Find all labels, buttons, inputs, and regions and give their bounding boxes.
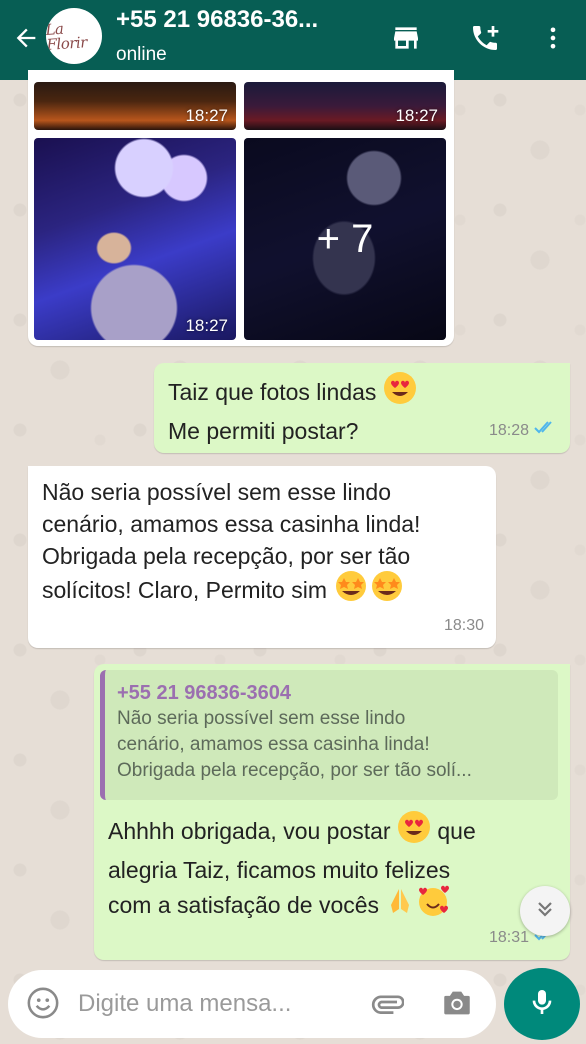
more-vert-icon[interactable]: [533, 18, 573, 58]
attach-icon[interactable]: [370, 986, 405, 1025]
photo-thumbnail-more[interactable]: + 7: [244, 138, 446, 340]
back-arrow-icon[interactable]: [8, 20, 44, 56]
photo-time: 18:27: [395, 106, 438, 125]
message-composer: Digite uma mensa...: [8, 970, 496, 1038]
star-struck-emoji-icon: [369, 570, 405, 610]
scroll-to-bottom-button[interactable]: [520, 886, 570, 936]
store-icon[interactable]: [386, 18, 426, 58]
heart-eyes-emoji-icon: [383, 371, 417, 413]
avatar-logo-text: La Florir: [46, 19, 88, 54]
message-input[interactable]: Digite uma mensa...: [78, 990, 291, 1018]
heart-eyes-emoji-icon: [397, 810, 431, 852]
more-photos-count: + 7: [316, 216, 374, 261]
quoted-text: Obrigada pela recepção, por ser tão solí…: [117, 760, 472, 781]
quoted-author: +55 21 96836-3604: [117, 682, 292, 704]
double-check-icon: [534, 415, 558, 447]
chat-header: La Florir +55 21 96836-36... online: [0, 0, 586, 80]
contact-name[interactable]: +55 21 96836-36...: [116, 6, 318, 34]
outgoing-message-reply[interactable]: +55 21 96836-3604 Não seria possível sem…: [94, 664, 570, 960]
add-call-icon[interactable]: [465, 18, 505, 58]
media-album-bubble[interactable]: 18:27 18:27 18:27 + 7: [28, 70, 454, 346]
outgoing-message[interactable]: Taiz que fotos lindas Me permiti postar?…: [154, 363, 570, 453]
message-text: solícitos! Claro, Permito sim: [42, 577, 328, 604]
star-struck-emoji-icon: [333, 570, 369, 610]
contact-avatar[interactable]: La Florir: [46, 8, 102, 64]
photo-time: 18:27: [185, 316, 228, 335]
message-text: Não seria possível sem esse lindo: [42, 479, 391, 505]
photo-thumbnail[interactable]: 18:27: [244, 82, 446, 130]
message-text: alegria Taiz, ficamos muito felizes: [108, 857, 451, 883]
photo-thumbnail[interactable]: 18:27: [34, 82, 236, 130]
emoji-icon[interactable]: [26, 986, 60, 1025]
incoming-message[interactable]: Não seria possível sem esse lindo cenári…: [28, 466, 496, 648]
message-text: cenário, amamos essa casinha linda!: [42, 511, 421, 537]
photo-thumbnail[interactable]: 18:27: [34, 138, 236, 340]
contact-status: online: [116, 44, 167, 65]
message-text: Me permiti postar?: [168, 418, 359, 444]
camera-icon[interactable]: [440, 986, 474, 1025]
microphone-icon: [526, 986, 558, 1023]
message-time: 18:31: [488, 929, 529, 946]
quoted-message[interactable]: +55 21 96836-3604 Não seria possível sem…: [100, 670, 558, 800]
quoted-text: Não seria possível sem esse lindo: [117, 708, 406, 729]
smiling-face-with-hearts-emoji-icon: [415, 884, 451, 926]
message-text: Obrigada pela recepção, por ser tão: [42, 543, 411, 569]
message-text: com a satisfação de vocês: [108, 892, 380, 919]
quoted-text: cenário, amamos essa casinha linda!: [117, 734, 430, 755]
message-time: 18:30: [443, 617, 484, 634]
message-time: 18:28: [488, 422, 529, 439]
folded-hands-emoji-icon: [385, 885, 415, 925]
voice-record-button[interactable]: [504, 968, 580, 1040]
message-text: Ahhhh obrigada, vou postar: [108, 818, 391, 845]
photo-time: 18:27: [185, 106, 228, 125]
double-chevron-down-icon: [533, 897, 557, 926]
message-text: Taiz que fotos lindas: [168, 379, 377, 406]
message-text: que: [437, 818, 476, 845]
